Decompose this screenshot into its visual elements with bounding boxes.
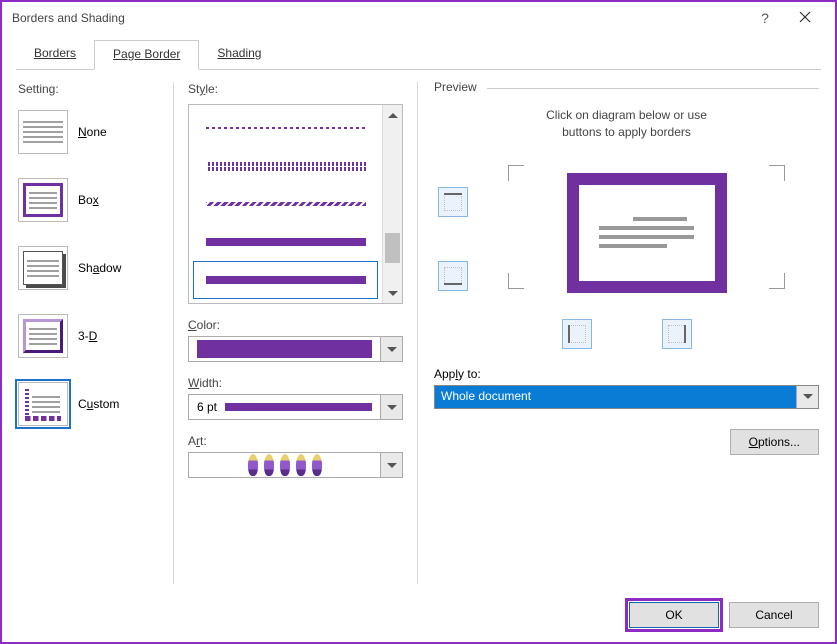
ok-button[interactable]: OK: [629, 602, 719, 628]
style-wavy-2[interactable]: [193, 147, 378, 185]
preview-panel: Preview Click on diagram below or use bu…: [418, 82, 819, 584]
art-dropdown[interactable]: [188, 452, 403, 478]
window-title: Borders and Shading: [12, 11, 745, 25]
corner-icon: [508, 165, 524, 181]
tab-borders[interactable]: Borders: [16, 40, 94, 69]
close-button[interactable]: [785, 11, 825, 26]
preview-label: Preview: [434, 80, 487, 94]
dialog-content: Setting: None Box Shadow: [2, 70, 835, 592]
chevron-down-icon[interactable]: [380, 453, 402, 477]
style-wavy-1[interactable]: [193, 109, 378, 147]
feather-icon: [312, 454, 322, 476]
custom-label: Custom: [78, 397, 119, 411]
corner-icon: [769, 165, 785, 181]
chevron-down-icon[interactable]: [380, 395, 402, 419]
color-dropdown[interactable]: [188, 336, 403, 362]
setting-box[interactable]: Box: [18, 178, 163, 222]
none-icon: [18, 110, 68, 154]
apply-to-value: Whole document: [435, 386, 796, 408]
edge-right-button[interactable]: [662, 319, 692, 349]
art-label: Art:: [188, 434, 403, 448]
setting-panel: Setting: None Box Shadow: [18, 82, 174, 584]
style-solid-1[interactable]: [193, 223, 378, 261]
setting-custom[interactable]: Custom: [18, 382, 163, 426]
dialog-footer: OK Cancel: [2, 592, 835, 642]
titlebar: Borders and Shading ?: [2, 2, 835, 34]
cancel-button[interactable]: Cancel: [729, 602, 819, 628]
setting-shadow[interactable]: Shadow: [18, 246, 163, 290]
style-solid-2[interactable]: [193, 261, 378, 299]
setting-none[interactable]: None: [18, 110, 163, 154]
scroll-track[interactable]: [383, 125, 402, 283]
preview-fieldset: Preview Click on diagram below or use bu…: [434, 88, 819, 357]
tab-page-border[interactable]: Page Border: [94, 40, 199, 70]
vertical-edge-buttons: [438, 165, 468, 313]
scroll-down-icon[interactable]: [383, 283, 402, 303]
style-items: [189, 105, 382, 303]
preview-hint: Click on diagram below or use buttons to…: [438, 107, 815, 141]
width-value: 6 pt: [197, 400, 217, 414]
three-d-icon: [18, 314, 68, 358]
setting-label: Setting:: [18, 82, 163, 96]
edge-bottom-button[interactable]: [438, 261, 468, 291]
apply-to-dropdown[interactable]: Whole document: [434, 385, 819, 409]
edge-top-button[interactable]: [438, 187, 468, 217]
preview-diagram: [438, 165, 815, 313]
apply-to-row: Apply to: Whole document: [434, 367, 819, 409]
style-dashed[interactable]: [193, 185, 378, 223]
style-scrollbar[interactable]: [382, 105, 402, 303]
width-dropdown[interactable]: 6 pt: [188, 394, 403, 420]
style-label: Style:: [188, 82, 403, 96]
feather-icon: [280, 454, 290, 476]
options-button[interactable]: Options...: [730, 429, 819, 455]
color-label: Color:: [188, 318, 403, 332]
none-label: None: [78, 125, 107, 139]
chevron-down-icon[interactable]: [380, 337, 402, 361]
feather-icon: [264, 454, 274, 476]
shadow-icon: [18, 246, 68, 290]
art-preview: [189, 453, 380, 477]
custom-icon: [18, 382, 68, 426]
three-d-label: 3-D: [78, 329, 97, 343]
page-preview[interactable]: [567, 173, 727, 293]
apply-to-label: Apply to:: [434, 367, 819, 381]
width-label: Width:: [188, 376, 403, 390]
feather-icon: [296, 454, 306, 476]
scroll-thumb[interactable]: [385, 233, 400, 263]
style-listbox[interactable]: [188, 104, 403, 304]
corner-icon: [508, 273, 524, 289]
box-label: Box: [78, 193, 99, 207]
help-button[interactable]: ?: [745, 10, 785, 26]
tab-strip: Borders Page Border Shading: [16, 40, 821, 70]
edge-left-button[interactable]: [562, 319, 592, 349]
shadow-label: Shadow: [78, 261, 121, 275]
feather-icon: [248, 454, 258, 476]
corner-icon: [769, 273, 785, 289]
width-swatch: [225, 403, 372, 411]
horizontal-edge-buttons: [438, 319, 815, 349]
dialog-borders-shading: Borders and Shading ? Borders Page Borde…: [0, 0, 837, 644]
page-preview-wrap: [478, 165, 815, 313]
tab-shading[interactable]: Shading: [199, 40, 279, 69]
box-icon: [18, 178, 68, 222]
color-swatch: [197, 340, 372, 358]
setting-3d[interactable]: 3-D: [18, 314, 163, 358]
style-panel: Style: Color: Wi: [174, 82, 418, 584]
chevron-down-icon[interactable]: [796, 386, 818, 408]
scroll-up-icon[interactable]: [383, 105, 402, 125]
